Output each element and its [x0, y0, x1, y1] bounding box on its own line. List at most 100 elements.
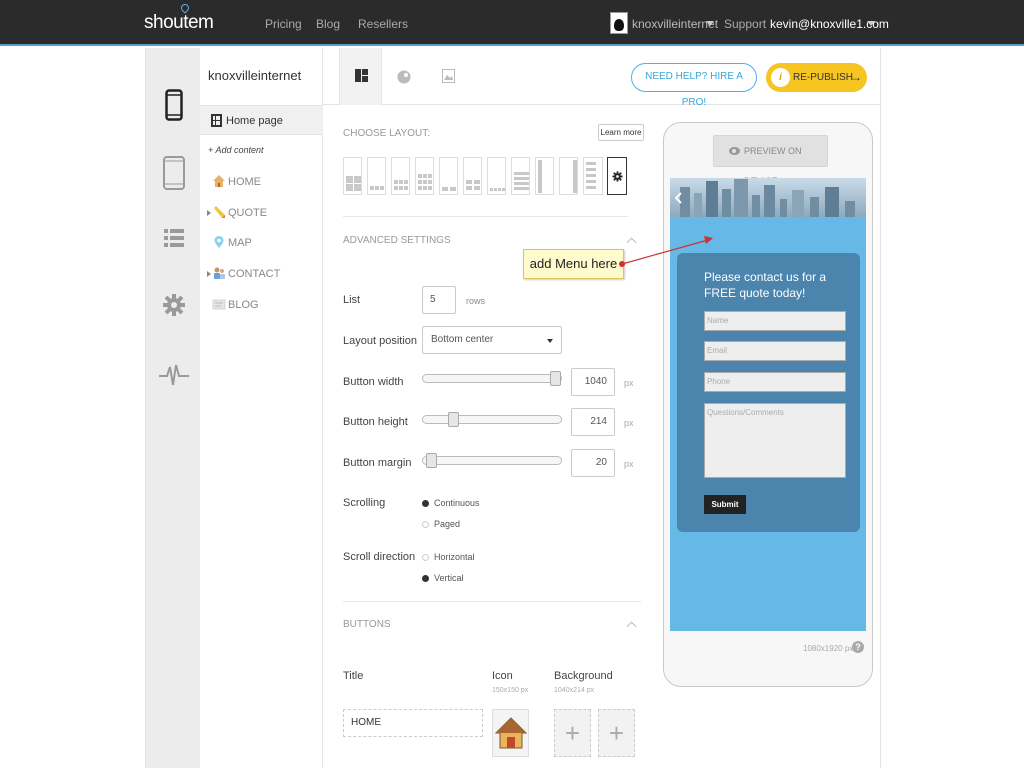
- layout-option-carousel[interactable]: [583, 157, 603, 195]
- image-icon: [442, 69, 455, 83]
- layout-option-grid-2[interactable]: [463, 157, 482, 195]
- choose-layout-heading: CHOOSE LAYOUT:: [343, 128, 431, 139]
- divider: [343, 216, 628, 217]
- nav-pricing[interactable]: Pricing: [265, 17, 302, 31]
- account-avatar[interactable]: [610, 12, 628, 34]
- button-width-label: Button width: [343, 376, 404, 388]
- layout-settings-button[interactable]: [607, 157, 627, 195]
- republish-button[interactable]: i RE-PUBLISH →: [766, 63, 867, 92]
- icon-size-hint: 150x150 px: [492, 687, 529, 694]
- layout-option-side-list[interactable]: [535, 157, 554, 195]
- slider-handle[interactable]: [550, 371, 561, 386]
- list-icon[interactable]: [146, 213, 201, 263]
- learn-more-button[interactable]: Learn more: [598, 124, 644, 141]
- layout-option-side-right[interactable]: [559, 157, 578, 195]
- list-rows-input[interactable]: 5: [422, 286, 456, 314]
- nav-resellers[interactable]: Resellers: [358, 17, 408, 31]
- analytics-icon[interactable]: [146, 350, 201, 400]
- slider-handle[interactable]: [426, 453, 437, 468]
- slider-handle[interactable]: [448, 412, 459, 427]
- radio-label: Horizontal: [434, 552, 475, 562]
- contact-form-card: Please contact us for a FREE quote today…: [677, 253, 860, 532]
- layout-option-bottom-row[interactable]: [439, 157, 458, 195]
- add-content-link[interactable]: + Add content: [208, 145, 263, 155]
- icon-column-header: Icon: [492, 670, 513, 682]
- house-icon: [495, 717, 527, 749]
- palette-icon: [397, 70, 411, 84]
- nav-blog[interactable]: Blog: [316, 17, 340, 31]
- advanced-settings-heading: ADVANCED SETTINGS: [343, 235, 451, 246]
- comments-field[interactable]: Questions/Comments: [704, 403, 846, 478]
- px-unit: px: [624, 418, 634, 428]
- layout-option-row-3[interactable]: [367, 157, 386, 195]
- button-icon-picker[interactable]: [492, 709, 529, 757]
- layout-option-grid-3x2[interactable]: [391, 157, 410, 195]
- px-unit: px: [624, 378, 634, 388]
- tab-layout[interactable]: [339, 48, 382, 105]
- hire-pro-button[interactable]: NEED HELP? HIRE A PRO!: [631, 63, 757, 108]
- tab-theme[interactable]: [382, 48, 425, 105]
- tree-item-home-page[interactable]: Home page: [200, 105, 323, 135]
- tree-item-label: Home page: [226, 115, 283, 127]
- title-column-header: Title: [343, 670, 364, 682]
- button-title-input[interactable]: HOME: [343, 709, 483, 737]
- page-tree: knoxvilleinternet Home page + Add conten…: [200, 48, 323, 768]
- button-width-input[interactable]: 1040: [571, 368, 615, 396]
- tree-item-label: QUOTE: [228, 207, 268, 219]
- button-margin-label: Button margin: [343, 457, 412, 469]
- layout-option-grid-3x3[interactable]: [415, 157, 434, 195]
- expand-arrow-icon[interactable]: [207, 210, 211, 216]
- layout-option-grid-large[interactable]: [343, 157, 362, 195]
- submit-button[interactable]: Submit: [704, 495, 746, 514]
- shoutem-logo[interactable]: shoutem: [144, 2, 214, 34]
- layout-icon: [355, 69, 368, 82]
- button-height-label: Button height: [343, 416, 408, 428]
- chevron-up-icon[interactable]: [626, 621, 637, 632]
- layout-position-select[interactable]: Bottom center: [422, 326, 562, 354]
- button-margin-slider[interactable]: [422, 453, 562, 468]
- name-field[interactable]: Name: [704, 311, 846, 331]
- phone-field[interactable]: Phone: [704, 372, 846, 392]
- form-title: Please contact us for a FREE quote today…: [704, 270, 827, 300]
- layout-option-list[interactable]: [511, 157, 530, 195]
- help-icon[interactable]: ?: [852, 641, 864, 653]
- radio-dot: [422, 500, 429, 507]
- radio-label: Paged: [434, 519, 461, 529]
- chevron-down-icon[interactable]: [706, 21, 714, 26]
- house-icon: [213, 175, 225, 187]
- tablet-icon[interactable]: [146, 148, 201, 198]
- add-background-button[interactable]: +: [598, 709, 635, 757]
- eye-icon: [729, 147, 740, 155]
- nav-support[interactable]: Support: [724, 17, 766, 31]
- chevron-left-icon[interactable]: [675, 192, 683, 204]
- preview-on-device-button[interactable]: PREVIEW ON DEVICE: [713, 135, 828, 186]
- phone-icon[interactable]: [146, 80, 201, 130]
- button-width-slider[interactable]: [422, 371, 562, 386]
- email-field[interactable]: Email: [704, 341, 846, 361]
- info-icon: i: [771, 68, 790, 87]
- grid-icon: [211, 114, 222, 127]
- rows-unit: rows: [466, 296, 486, 306]
- radio-dot: [422, 521, 429, 528]
- tree-item-label: MAP: [228, 237, 252, 249]
- button-height-slider[interactable]: [422, 412, 562, 427]
- radio-dot: [422, 575, 429, 582]
- gear-icon[interactable]: [146, 280, 201, 330]
- app-name: knoxvilleinternet: [208, 68, 302, 83]
- left-rail: [145, 48, 200, 768]
- tab-images[interactable]: [425, 48, 468, 105]
- map-pin-icon: [214, 236, 224, 248]
- layout-option-dots[interactable]: [487, 157, 506, 195]
- chevron-down-icon[interactable]: [867, 21, 875, 26]
- layout-position-label: Layout position: [343, 335, 417, 347]
- expand-arrow-icon[interactable]: [207, 271, 211, 277]
- tree-item-label: HOME: [228, 176, 261, 188]
- scroll-direction-label: Scroll direction: [343, 551, 416, 563]
- gear-icon: [611, 170, 623, 182]
- add-background-button[interactable]: +: [554, 709, 591, 757]
- top-bar: shoutem Pricing Blog Resellers knoxville…: [0, 0, 1024, 46]
- list-label: List: [343, 294, 361, 306]
- button-margin-input[interactable]: 20: [571, 449, 615, 477]
- button-height-input[interactable]: 214: [571, 408, 615, 436]
- chevron-down-icon: [547, 339, 553, 343]
